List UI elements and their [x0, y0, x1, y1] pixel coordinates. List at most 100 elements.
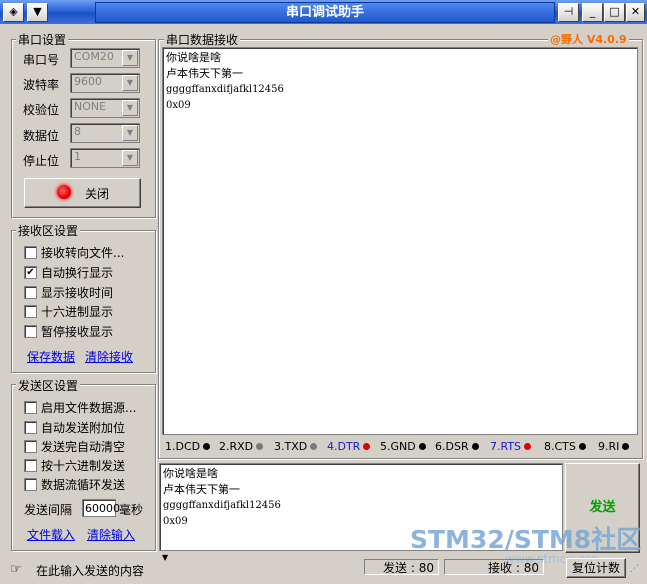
databits-value: 8 — [74, 125, 81, 138]
watermark-title: STM32/STM8社区 — [410, 525, 642, 554]
hint-icon: ☞ — [10, 562, 22, 577]
clear-input-link[interactable]: 清除输入 — [87, 526, 135, 543]
signal-label: 1.DCD — [165, 440, 201, 453]
signal-label: 7.RTS — [490, 440, 522, 453]
signal-dcd: 1.DCD — [165, 440, 211, 453]
chevron-down-icon[interactable]: ▼ — [122, 100, 138, 116]
title-bar: ◈ ▼ 串口调试助手 ⊣ _ □ ✕ — [0, 0, 647, 24]
receive-textarea[interactable]: 你说啥是啥 卢本伟天下第一 ggggffanxdifjafkl12456 0x0… — [162, 47, 638, 435]
option-label: 暂停接收显示 — [41, 325, 114, 339]
option-label: 自动发送附加位 — [41, 421, 126, 435]
signal-rxd: 2.RXD — [219, 440, 264, 453]
signal-label: 3.TXD — [274, 440, 308, 453]
baud-value: 9600 — [74, 75, 102, 88]
option-label: 启用文件数据源... — [41, 401, 137, 415]
signal-dot-icon — [524, 443, 532, 450]
signal-label: 6.DSR — [435, 440, 469, 453]
parity-label: 校验位 — [23, 103, 60, 117]
stopbits-value: 1 — [74, 150, 81, 163]
chevron-down-icon[interactable]: ▼ — [122, 150, 138, 166]
checkbox-append-bits[interactable] — [24, 421, 37, 434]
sent-count: 发送 : 80 — [364, 559, 439, 575]
pin-window-icon[interactable]: ⊣ — [558, 3, 579, 22]
receive-line: 卢本伟天下第一 — [166, 67, 243, 80]
signal-dsr: 6.DSR — [435, 440, 479, 453]
checkbox-file-source[interactable] — [24, 401, 37, 414]
version-label: @野人 V4.0.9 — [548, 31, 629, 47]
baud-select[interactable]: 9600 ▼ — [70, 73, 140, 93]
signal-dot-icon — [203, 443, 211, 450]
option-label: 发送完自动清空 — [41, 440, 126, 454]
checkbox-hex-send[interactable] — [24, 459, 37, 472]
received-count: 接收 : 80 — [444, 559, 544, 575]
close-port-button[interactable]: 关闭 — [24, 178, 141, 208]
signal-row: 1.DCD 2.RXD 3.TXD 4.DTR 5.GND 6.DSR 7.RT… — [163, 439, 639, 455]
chevron-down-icon[interactable]: ▼ — [122, 50, 138, 66]
option-label: 数据流循环发送 — [41, 478, 126, 492]
save-data-link[interactable]: 保存数据 — [27, 348, 75, 365]
signal-dtr[interactable]: 4.DTR — [327, 440, 371, 453]
checkbox-auto-clear[interactable] — [24, 440, 37, 453]
signal-gnd: 5.GND — [380, 440, 426, 453]
signal-dot-icon — [310, 443, 318, 450]
checkbox-loop-send[interactable] — [24, 478, 37, 491]
databits-select[interactable]: 8 ▼ — [70, 123, 140, 143]
resize-grip-icon[interactable]: ⋰ — [630, 564, 639, 574]
checkbox-recv-to-file[interactable] — [24, 246, 37, 259]
signal-ri: 9.RI — [598, 440, 630, 453]
interval-unit: 毫秒 — [119, 503, 144, 517]
chevron-down-icon[interactable]: ▼ — [122, 75, 138, 91]
receive-line: ggggffanxdifjafkl12456 — [166, 84, 284, 95]
checkbox-show-time[interactable] — [24, 286, 37, 299]
signal-label: 2.RXD — [219, 440, 254, 453]
send-line: 卢本伟天下第一 — [163, 483, 240, 496]
databits-label: 数据位 — [23, 129, 60, 143]
send-settings-label: 发送区设置 — [16, 377, 81, 394]
clear-receive-link[interactable]: 清除接收 — [85, 348, 133, 365]
checkbox-pause-display[interactable] — [24, 325, 37, 338]
port-label: 串口号 — [23, 53, 60, 67]
signal-dot-icon — [256, 443, 264, 450]
option-label: 按十六进制发送 — [41, 459, 126, 473]
status-bar: ☞ 在此输入发送的内容 发送 : 80 接收 : 80 复位计数 ⋰ — [0, 558, 647, 584]
checkbox-auto-wrap[interactable]: ✔ — [24, 266, 37, 279]
signal-label: 5.GND — [380, 440, 416, 453]
signal-dot-icon — [418, 443, 426, 450]
option-label: 显示接收时间 — [41, 286, 114, 300]
receive-line: 你说啥是啥 — [166, 51, 221, 64]
close-icon[interactable]: ✕ — [626, 3, 645, 22]
parity-value: NONE — [74, 100, 107, 113]
minimize-icon[interactable]: _ — [582, 3, 603, 22]
interval-input[interactable]: 60000 — [82, 499, 120, 517]
chevron-down-icon[interactable]: ▼ — [122, 125, 138, 141]
checkbox-hex-display[interactable] — [24, 305, 37, 318]
stopbits-select[interactable]: 1 ▼ — [70, 148, 140, 168]
receive-data-label: 串口数据接收 — [164, 31, 241, 48]
maximize-icon[interactable]: □ — [604, 3, 625, 22]
port-select[interactable]: COM20 ▼ — [70, 48, 140, 68]
stopbits-label: 停止位 — [23, 154, 60, 168]
status-light-icon — [57, 185, 71, 199]
option-label: 接收转向文件... — [41, 246, 125, 260]
option-label: 自动换行显示 — [41, 266, 114, 280]
close-port-label: 关闭 — [85, 187, 110, 201]
signal-dot-icon — [363, 443, 371, 450]
signal-rts[interactable]: 7.RTS — [490, 440, 532, 453]
reset-count-button[interactable]: 复位计数 — [566, 558, 626, 578]
receive-line: 0x09 — [166, 100, 191, 111]
interval-label: 发送间隔 — [24, 503, 73, 517]
window-title: 串口调试助手 — [95, 2, 555, 23]
port-value: COM20 — [74, 50, 114, 63]
signal-dot-icon — [578, 443, 586, 450]
signal-label: 4.DTR — [327, 440, 361, 453]
pin-icon[interactable]: ◈ — [3, 3, 24, 22]
parity-select[interactable]: NONE ▼ — [70, 98, 140, 118]
signal-txd: 3.TXD — [274, 440, 318, 453]
chevron-down-icon[interactable]: ▼ — [27, 3, 48, 22]
signal-dot-icon — [622, 443, 630, 450]
hint-text: 在此输入发送的内容 — [36, 564, 145, 578]
signal-dot-icon — [471, 443, 479, 450]
send-line: 你说啥是啥 — [163, 467, 218, 480]
serial-settings-label: 串口设置 — [16, 31, 69, 48]
file-load-link[interactable]: 文件载入 — [27, 526, 75, 543]
